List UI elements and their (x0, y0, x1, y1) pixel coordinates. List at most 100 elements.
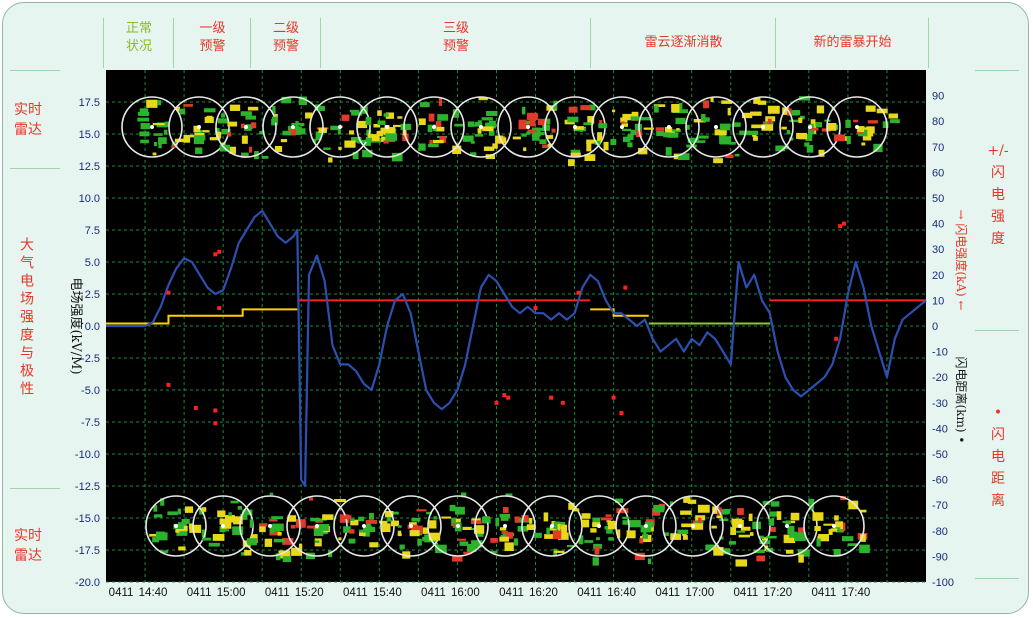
y2-tick-label: 30 (932, 244, 944, 256)
radar-center (832, 524, 836, 528)
radar-echo (814, 526, 821, 532)
radar-echo (888, 113, 899, 119)
radar-echo (385, 133, 398, 141)
y-tick-label: -15.0 (75, 513, 100, 525)
radar-echo (206, 115, 213, 122)
radar-echo (753, 136, 758, 141)
radar-echo (462, 526, 472, 530)
radar-echo (428, 143, 439, 148)
radar-echo (790, 512, 800, 521)
x-tick-date: 0411 (187, 587, 212, 599)
radar-echo (532, 136, 540, 141)
radar-echo (155, 531, 165, 539)
radar-echo (438, 97, 443, 106)
radar-echo (273, 538, 286, 543)
radar-echo (229, 104, 241, 111)
x-tick-time: 16:20 (529, 587, 558, 599)
radar-echo (358, 516, 365, 522)
radar-echo (400, 123, 412, 131)
lightning-distance-point (217, 306, 222, 311)
radar-echo (526, 131, 531, 135)
radar-echo (309, 497, 314, 501)
radar-echo (781, 126, 787, 130)
radar-echo (513, 538, 519, 546)
radar-echo (221, 113, 225, 118)
radar-echo (483, 146, 495, 151)
radar-echo (586, 139, 596, 144)
radar-echo (338, 537, 342, 541)
radar-echo (639, 538, 644, 544)
radar-echo (546, 527, 550, 535)
radar-echo (641, 117, 651, 121)
radar-echo (716, 515, 723, 519)
radar-echo (535, 127, 545, 131)
radar-echo (241, 135, 248, 144)
lightning-distance-point (619, 411, 624, 416)
y-tick-label: 12.5 (79, 161, 100, 173)
radar-echo (656, 130, 664, 137)
radar-echo (212, 534, 225, 541)
radar-echo (552, 530, 562, 540)
radar-echo (730, 527, 737, 535)
radar-echo (349, 529, 355, 534)
radar-echo (713, 158, 723, 164)
radar-echo (798, 117, 803, 123)
radar-echo (435, 126, 445, 132)
y-axis-title: 电场强度(kV/M) (68, 277, 84, 374)
y-tick-label: -10.0 (75, 449, 100, 461)
radar-echo (859, 544, 870, 554)
radar-echo (719, 123, 731, 131)
lightning-distance-point (217, 249, 222, 254)
y-tick-label: 10.0 (79, 193, 100, 205)
radar-center (268, 524, 272, 528)
radar-echo (230, 500, 239, 504)
radar-echo (392, 124, 402, 128)
radar-echo (786, 129, 791, 135)
radar-echo (249, 519, 254, 528)
radar-echo (486, 110, 498, 116)
lightning-distance-point (166, 290, 171, 295)
radar-echo (798, 554, 804, 563)
radar-echo (846, 136, 851, 145)
lightning-distance-point (213, 408, 218, 413)
radar-echo (470, 141, 475, 144)
radar-echo (153, 133, 163, 136)
radar-echo (152, 122, 165, 126)
radar-echo (248, 146, 253, 153)
radar-echo (697, 504, 710, 513)
radar-echo (767, 105, 780, 114)
y-tick-label: 2.5 (85, 289, 100, 301)
radar-echo (785, 549, 794, 554)
radar-echo (857, 127, 869, 130)
y2-tick-label: -10 (932, 347, 948, 359)
radar-echo (861, 142, 866, 146)
radar-echo (350, 518, 355, 521)
radar-echo (369, 512, 374, 520)
radar-echo (365, 519, 378, 524)
radar-echo (152, 152, 157, 156)
y2-tick-label: -60 (932, 475, 948, 487)
x-tick-time: 17:40 (842, 587, 871, 599)
radar-echo (627, 142, 633, 148)
radar-echo (567, 116, 579, 123)
radar-echo (597, 132, 603, 141)
radar-echo (227, 121, 238, 127)
radar-center (785, 524, 789, 528)
radar-echo (269, 492, 274, 496)
radar-echo (499, 513, 511, 518)
radar-echo (271, 516, 283, 520)
radar-echo (713, 546, 724, 556)
lightning-distance-point (842, 221, 846, 226)
radar-echo (397, 530, 402, 537)
radar-echo (568, 106, 578, 113)
radar-echo (687, 499, 697, 504)
radar-echo (526, 524, 536, 530)
radar-echo (665, 147, 672, 156)
radar-echo (581, 519, 590, 528)
y2-tick-label: 20 (932, 270, 944, 282)
radar-echo (167, 511, 178, 516)
radar-echo (671, 103, 680, 113)
radar-echo (427, 124, 433, 133)
radar-echo (529, 119, 536, 127)
radar-echo (178, 546, 186, 551)
